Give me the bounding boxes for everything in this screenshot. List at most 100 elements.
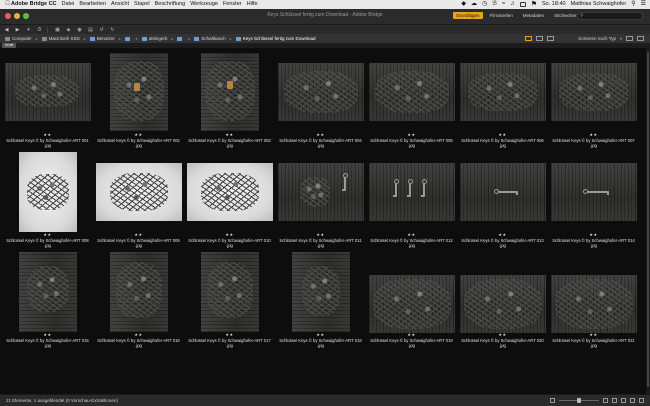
thumbnail-cell[interactable]: ★★ Schlüssel Keys © by Schwaighofer-ART … bbox=[2, 248, 93, 354]
thumbnail-cell[interactable]: ★★ Schlüssel Keys © by Schwaighofer-ART … bbox=[548, 148, 639, 254]
rating-stars[interactable]: ★★ bbox=[184, 232, 275, 237]
thumbnail-cell[interactable]: ★★ Schlüssel Keys © by Schwaighofer-ART … bbox=[548, 48, 639, 154]
vertical-scrollbar[interactable] bbox=[646, 48, 650, 395]
thumbnail-cell[interactable]: ★★ Schlüssel Keys © by Schwaighofer-ART … bbox=[366, 148, 457, 254]
breadcrumb-benutzer[interactable]: Benutzer ▸ bbox=[89, 36, 125, 41]
thumbnail-cell[interactable]: ★★ Schlüssel Keys © by Schwaighofer-ART … bbox=[457, 148, 548, 254]
scrollbar-thumb[interactable] bbox=[647, 52, 649, 387]
thumbnail-cell[interactable]: ★★ Schlüssel Keys © by Schwaighofer-ART … bbox=[275, 48, 366, 154]
new-folder-icon[interactable] bbox=[547, 36, 555, 41]
thumbnail-image[interactable] bbox=[459, 163, 546, 221]
thumbnail-cell[interactable]: ★★ Schlüssel Keys © by Schwaighofer-ART … bbox=[457, 48, 548, 154]
workspace-tab-metadaten[interactable]: Metadaten bbox=[520, 12, 547, 19]
thumbnail-cell[interactable]: ★★ Schlüssel Keys © by Schwaighofer-ART … bbox=[275, 148, 366, 254]
thumbnail-cell[interactable]: ★★ Schlüssel Keys © by Schwaighofer-ART … bbox=[184, 48, 275, 154]
menu-werkzeuge[interactable]: Werkzeuge bbox=[190, 0, 218, 9]
rating-stars[interactable]: ★★ bbox=[2, 232, 93, 237]
cloud-icon[interactable]: ☁ bbox=[471, 0, 477, 9]
breadcrumb-unnamed[interactable]: ▸ bbox=[177, 36, 194, 41]
thumbnail-image[interactable] bbox=[550, 63, 637, 121]
sort-dropdown-icon[interactable]: ▾ bbox=[620, 36, 622, 41]
thumbnail-cell[interactable]: ★★ Schlüssel Keys © by Schwaighofer-ART … bbox=[2, 48, 93, 154]
rating-stars[interactable]: ★★ bbox=[366, 232, 457, 237]
breadcrumb-home[interactable]: ▸ bbox=[124, 36, 142, 41]
battery-icon[interactable] bbox=[519, 2, 526, 7]
sort-direction-icon[interactable] bbox=[626, 36, 633, 41]
rating-stars[interactable]: ★★ bbox=[275, 132, 366, 137]
search-input[interactable]: ⚲ bbox=[577, 12, 643, 20]
flag-icon[interactable]: ⚑ bbox=[531, 0, 537, 9]
thumbnail-cell[interactable]: ★★ Schlüssel Keys © by Schwaighofer-ART … bbox=[366, 248, 457, 354]
menu-app-name[interactable]: Adobe Bridge CC bbox=[11, 0, 57, 9]
workspace-tab-grundlagen[interactable]: Grundlagen bbox=[453, 12, 483, 19]
menubar-user[interactable]: Matthias Schwaighofer bbox=[571, 0, 627, 9]
thumbnail-image[interactable] bbox=[18, 152, 77, 232]
rating-stars[interactable]: ★★ bbox=[366, 332, 457, 337]
thumbnail-cell[interactable]: ★★ Schlüssel Keys © by Schwaighofer-ART … bbox=[548, 248, 639, 354]
rating-stars[interactable]: ★★ bbox=[548, 332, 639, 337]
rating-stars[interactable]: ★★ bbox=[93, 132, 184, 137]
rating-filter-icon[interactable] bbox=[536, 36, 544, 41]
rating-stars[interactable]: ★★ bbox=[548, 232, 639, 237]
rating-stars[interactable]: ★★ bbox=[275, 232, 366, 237]
thumbnail-image[interactable] bbox=[200, 53, 259, 131]
zoom-in-icon[interactable] bbox=[603, 398, 608, 403]
rating-stars[interactable]: ★★ bbox=[457, 332, 548, 337]
workspace-tab-filmstreifen[interactable]: Filmstreifen bbox=[487, 12, 516, 19]
rating-stars[interactable]: ★★ bbox=[548, 132, 639, 137]
thumbnail-view-icon[interactable] bbox=[621, 398, 626, 403]
rotate-right-icon[interactable]: ↻ bbox=[108, 26, 117, 33]
rating-stars[interactable]: ★★ bbox=[366, 132, 457, 137]
thumbnail-image[interactable] bbox=[200, 252, 259, 332]
thumbnail-cell[interactable]: ★★ Schlüssel Keys © by Schwaighofer-ART … bbox=[2, 148, 93, 254]
breadcrumb-computer[interactable]: Computer ▸ bbox=[5, 36, 42, 41]
breadcrumb-aktingerb[interactable]: aktingerb ▸ bbox=[141, 36, 178, 41]
slider-knob[interactable] bbox=[577, 397, 581, 403]
bluetooth-icon[interactable]: ℬ bbox=[492, 0, 497, 9]
wifi-icon[interactable]: ≈ bbox=[502, 0, 505, 9]
list-view-icon[interactable] bbox=[639, 398, 644, 403]
details-view-icon[interactable] bbox=[630, 398, 635, 403]
thumbnail-image[interactable] bbox=[368, 275, 455, 333]
rating-stars[interactable]: ★★ bbox=[2, 332, 93, 337]
thumbnail-cell[interactable]: ★★ Schlüssel Keys © by Schwaighofer-ART … bbox=[93, 48, 184, 154]
thumbnail-image[interactable] bbox=[4, 63, 91, 121]
quality-options-icon[interactable] bbox=[525, 36, 533, 41]
spotlight-icon[interactable]: ⚲ bbox=[631, 0, 635, 9]
thumbnail-image[interactable] bbox=[186, 163, 273, 221]
volume-icon[interactable]: ♫ bbox=[510, 0, 515, 9]
breadcrumb-ssd[interactable]: Macintosh SSD ▸ bbox=[41, 36, 90, 41]
thumbnail-image[interactable] bbox=[291, 252, 350, 332]
thumbnail-image[interactable] bbox=[368, 163, 455, 221]
thumbnail-image[interactable] bbox=[550, 163, 637, 221]
rating-stars[interactable]: ★★ bbox=[184, 132, 275, 137]
thumbnail-cell[interactable]: ★★ Schlüssel Keys © by Schwaighofer-ART … bbox=[275, 248, 366, 354]
thumbnail-image[interactable] bbox=[277, 63, 364, 121]
back-icon[interactable]: ◀ bbox=[2, 26, 11, 33]
rating-stars[interactable]: ★★ bbox=[93, 332, 184, 337]
thumbnail-image[interactable] bbox=[550, 275, 637, 333]
thumbnail-cell[interactable]: ★★ Schlüssel Keys © by Schwaighofer-ART … bbox=[93, 248, 184, 354]
thumbnail-cell[interactable]: ★★ Schlüssel Keys © by Schwaighofer-ART … bbox=[93, 148, 184, 254]
recent-folder-icon[interactable]: ⏱ bbox=[35, 26, 44, 33]
output-icon[interactable]: ▤ bbox=[86, 26, 95, 33]
menu-ansicht[interactable]: Ansicht bbox=[111, 0, 129, 9]
thumbnail-image[interactable] bbox=[277, 163, 364, 221]
menu-hilfe[interactable]: Hilfe bbox=[247, 0, 258, 9]
thumbnail-cell[interactable]: ★★ Schlüssel Keys © by Schwaighofer-ART … bbox=[184, 248, 275, 354]
zoom-out-icon[interactable] bbox=[550, 398, 555, 403]
thumbnail-image[interactable] bbox=[109, 252, 168, 332]
rotate-left-icon[interactable]: ↺ bbox=[97, 26, 106, 33]
thumbnail-image[interactable] bbox=[368, 63, 455, 121]
thumbnail-image[interactable] bbox=[459, 63, 546, 121]
menu-bearbeiten[interactable]: Bearbeiten bbox=[79, 0, 106, 9]
delete-icon[interactable] bbox=[637, 36, 644, 41]
menu-fenster[interactable]: Fenster bbox=[223, 0, 242, 9]
lock-grid-icon[interactable] bbox=[612, 398, 617, 403]
refine-icon[interactable]: ◈ bbox=[64, 26, 73, 33]
forward-icon[interactable]: ▶ bbox=[13, 26, 22, 33]
thumbnail-cell[interactable]: ★★ Schlüssel Keys © by Schwaighofer-ART … bbox=[457, 248, 548, 354]
thumbnail-image[interactable] bbox=[459, 275, 546, 333]
history-dropdown-icon[interactable]: ▾ bbox=[24, 26, 33, 33]
apple-menu-icon[interactable]:  bbox=[4, 0, 11, 9]
